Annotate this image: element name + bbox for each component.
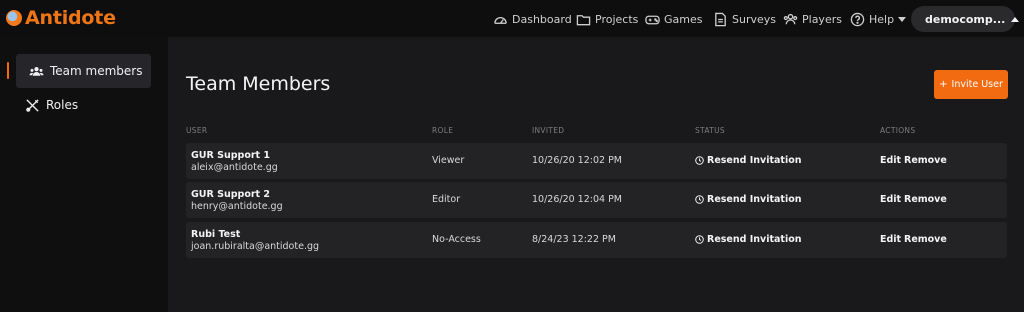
account-menu[interactable]: democomp...	[911, 6, 1020, 32]
app-name: Antidote	[25, 7, 116, 29]
column-header-status: STATUS	[695, 126, 725, 135]
user-role: Viewer	[432, 155, 465, 166]
folder-icon	[576, 14, 591, 25]
nav-surveys[interactable]: Surveys	[713, 10, 776, 28]
remove-button[interactable]: Remove	[904, 155, 947, 166]
edit-button[interactable]: Edit	[880, 155, 901, 166]
user-email: joan.rubiralta@antidote.gg	[191, 241, 320, 252]
nav-surveys-label: Surveys	[732, 12, 776, 26]
column-header-invited: INVITED	[532, 126, 565, 135]
table-row: GUR Support 1 aleix@antidote.gg Viewer 1…	[186, 143, 1007, 179]
user-name: Rubi Test	[191, 229, 241, 240]
column-header-user: USER	[186, 126, 208, 135]
edit-button[interactable]: Edit	[880, 194, 901, 205]
nav-help-label: Help	[869, 12, 895, 26]
nav-players[interactable]: Players	[783, 10, 842, 28]
tools-icon	[26, 98, 39, 112]
sidebar-item-label: Team members	[50, 64, 143, 78]
user-email: aleix@antidote.gg	[191, 162, 278, 173]
resend-invitation-button[interactable]: Resend Invitation	[695, 194, 802, 205]
user-role: No-Access	[432, 234, 481, 245]
invited-date: 10/26/20 12:02 PM	[532, 155, 623, 166]
gauge-icon	[494, 16, 507, 24]
nav-players-label: Players	[802, 12, 842, 26]
nav-dashboard-label: Dashboard	[512, 12, 572, 26]
column-header-role: ROLE	[432, 126, 454, 135]
nav-projects[interactable]: Projects	[576, 10, 638, 28]
page-title: Team Members	[186, 73, 331, 95]
invited-date: 8/24/23 12:22 PM	[532, 234, 616, 245]
gamepad-icon	[645, 15, 660, 24]
column-header-actions: ACTIONS	[880, 126, 916, 135]
clock-icon	[695, 156, 704, 165]
chevron-up-icon	[1011, 16, 1020, 22]
nav-dashboard[interactable]: Dashboard	[493, 10, 572, 28]
top-bar: Antidote Dashboard Projects Games Survey…	[0, 0, 1024, 37]
nav-projects-label: Projects	[595, 12, 639, 26]
resend-invitation-button[interactable]: Resend Invitation	[695, 155, 802, 166]
sidebar-item-team-members[interactable]: Team members	[7, 54, 151, 88]
help-icon	[850, 12, 865, 26]
plus-icon: +	[939, 79, 948, 90]
sidebar: Team members Roles	[0, 37, 168, 312]
document-icon	[715, 12, 726, 26]
clock-icon	[695, 235, 704, 244]
sidebar-item-roles[interactable]: Roles	[16, 88, 151, 122]
invited-date: 10/26/20 12:04 PM	[532, 194, 623, 205]
sidebar-item-label: Roles	[46, 98, 79, 112]
user-name: GUR Support 2	[191, 189, 271, 200]
nav-games[interactable]: Games	[645, 10, 702, 28]
chevron-down-icon	[898, 16, 907, 22]
resend-invitation-label: Resend Invitation	[707, 155, 802, 166]
users-icon	[29, 66, 44, 76]
edit-button[interactable]: Edit	[880, 234, 901, 245]
logo-icon	[6, 10, 22, 26]
user-email: henry@antidote.gg	[191, 201, 283, 212]
invite-user-button[interactable]: + Invite User	[934, 70, 1008, 99]
players-icon	[783, 13, 798, 24]
remove-button[interactable]: Remove	[904, 194, 947, 205]
table-row: Rubi Test joan.rubiralta@antidote.gg No-…	[186, 222, 1007, 258]
resend-invitation-label: Resend Invitation	[707, 234, 802, 245]
invite-user-label: Invite User	[951, 79, 1003, 90]
logo[interactable]: Antidote	[6, 7, 116, 29]
clock-icon	[695, 195, 704, 204]
resend-invitation-label: Resend Invitation	[707, 194, 802, 205]
nav-help[interactable]: Help	[850, 10, 907, 28]
user-role: Editor	[432, 194, 461, 205]
remove-button[interactable]: Remove	[904, 234, 947, 245]
nav-games-label: Games	[664, 12, 703, 26]
resend-invitation-button[interactable]: Resend Invitation	[695, 234, 802, 245]
account-name: democomp...	[925, 12, 1006, 26]
user-name: GUR Support 1	[191, 150, 271, 161]
table-row: GUR Support 2 henry@antidote.gg Editor 1…	[186, 182, 1007, 218]
